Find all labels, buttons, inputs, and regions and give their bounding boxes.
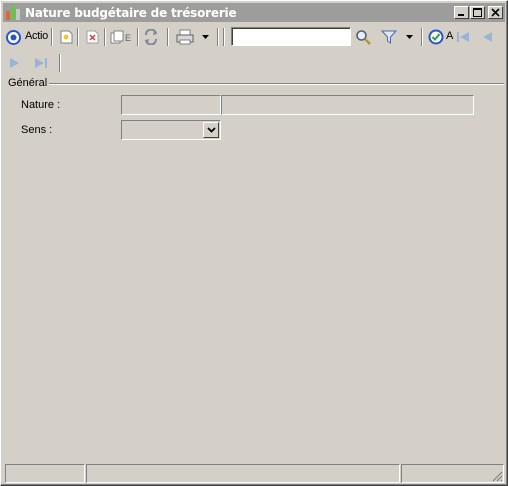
toolbar-separator xyxy=(59,54,61,72)
search-input[interactable] xyxy=(231,27,351,46)
refresh-button[interactable] xyxy=(141,27,161,47)
toolbar-separator xyxy=(167,28,169,46)
apply-button[interactable] xyxy=(427,27,445,47)
filter-dropdown-button[interactable] xyxy=(405,27,415,47)
refresh-icon xyxy=(145,29,157,45)
status-panel xyxy=(86,464,400,483)
print-icon xyxy=(176,29,194,45)
toolbar-separator xyxy=(137,28,139,46)
print-dropdown-button[interactable] xyxy=(201,27,211,47)
status-bar xyxy=(5,464,504,483)
group-title-general: Général xyxy=(8,77,48,89)
toolbar-separator xyxy=(223,28,225,46)
resize-grip-icon[interactable] xyxy=(491,470,503,482)
duplicate-button[interactable]: E xyxy=(109,27,135,47)
next-record-icon xyxy=(10,58,19,68)
filter-icon xyxy=(381,30,397,44)
maximize-button[interactable] xyxy=(470,6,485,19)
apply-icon xyxy=(428,29,444,45)
sens-label: Sens : xyxy=(21,124,53,136)
status-panel xyxy=(401,464,504,483)
next-record-button[interactable] xyxy=(7,53,23,73)
first-record-button[interactable] xyxy=(455,27,471,47)
print-button[interactable] xyxy=(173,27,197,47)
action-label[interactable]: Actio xyxy=(25,30,48,42)
dropdown-arrow-icon xyxy=(202,35,209,39)
delete-button[interactable] xyxy=(83,27,101,47)
toolbar-separator xyxy=(77,28,79,46)
first-record-icon xyxy=(457,32,469,42)
search-button[interactable] xyxy=(353,27,373,47)
filter-button[interactable] xyxy=(379,27,399,47)
new-icon xyxy=(60,30,72,44)
sens-select[interactable] xyxy=(121,120,221,140)
close-button[interactable] xyxy=(488,6,503,19)
search-icon xyxy=(356,30,371,45)
title-bar[interactable]: Nature budgétaire de trésorerie xyxy=(3,3,505,22)
toolbar-separator xyxy=(51,28,53,46)
last-record-icon xyxy=(35,58,47,68)
action-icon xyxy=(5,29,21,45)
delete-icon xyxy=(86,30,98,44)
nature-description-field[interactable] xyxy=(221,95,474,115)
duplicate-icon: E xyxy=(110,30,131,44)
toolbar-separator xyxy=(217,28,219,46)
minimize-icon xyxy=(458,14,464,16)
maximize-icon xyxy=(473,8,482,17)
previous-record-icon xyxy=(483,32,492,42)
svg-text:E: E xyxy=(125,33,131,43)
toolbar-separator xyxy=(104,28,106,46)
toolbar-row-2 xyxy=(3,51,505,75)
toolbar-separator xyxy=(421,28,423,46)
window-title: Nature budgétaire de trésorerie xyxy=(25,6,237,20)
nature-label: Nature : xyxy=(21,99,61,111)
minimize-button[interactable] xyxy=(454,6,469,19)
group-divider xyxy=(49,83,504,85)
nature-code-field[interactable] xyxy=(121,95,221,115)
toolbar: Actio E A xyxy=(3,25,505,49)
close-icon xyxy=(491,8,500,17)
toolbar-suffix-label: A xyxy=(446,30,454,42)
main-window: Nature budgétaire de trésorerie Actio E … xyxy=(0,0,508,486)
dropdown-arrow-icon xyxy=(406,35,413,39)
chevron-down-icon xyxy=(206,127,216,133)
sens-dropdown-button[interactable] xyxy=(203,122,219,138)
action-button[interactable] xyxy=(5,27,21,47)
previous-record-button[interactable] xyxy=(479,27,495,47)
status-panel xyxy=(5,464,85,483)
new-button[interactable] xyxy=(57,27,75,47)
app-icon xyxy=(6,6,20,20)
last-record-button[interactable] xyxy=(33,53,49,73)
